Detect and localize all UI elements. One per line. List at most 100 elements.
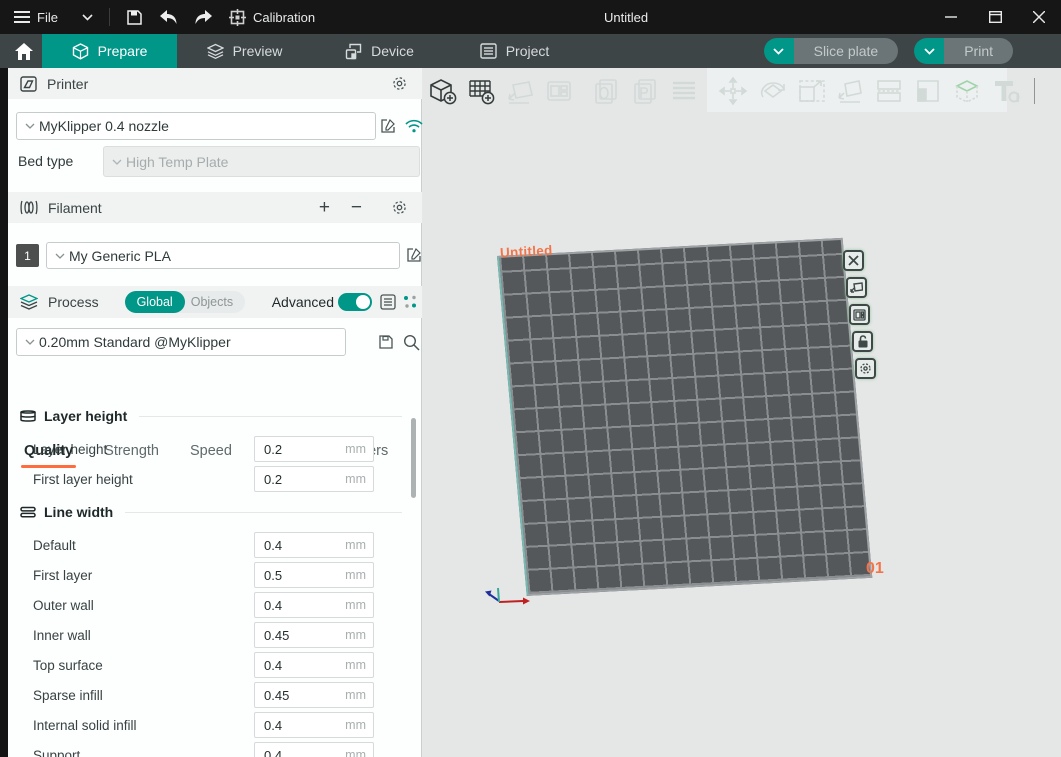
chevron-down-icon (924, 48, 935, 55)
scope-global[interactable]: Global (125, 291, 185, 313)
chevron-down-icon (55, 253, 65, 259)
chevron-down-icon (25, 339, 35, 345)
filament-preset-select[interactable]: My Generic PLA (46, 242, 400, 269)
assembly-view-button[interactable] (950, 74, 984, 108)
scale-icon (796, 77, 826, 105)
project-icon (480, 43, 497, 59)
outer-wall-line-width-input[interactable]: 0.4 mm (254, 592, 374, 618)
redo-button[interactable] (186, 4, 221, 30)
search-params-button[interactable] (402, 294, 418, 310)
search-preset-button[interactable] (403, 334, 420, 351)
print-dropdown[interactable] (914, 38, 944, 64)
import-plate-button[interactable] (628, 74, 662, 108)
close-button[interactable] (1017, 0, 1061, 34)
add-filament-button[interactable]: + (319, 197, 330, 219)
save-button[interactable] (118, 4, 151, 30)
add-plate-icon (466, 77, 496, 105)
first-layer-line-width-input[interactable]: 0.5 mm (254, 562, 374, 588)
place-on-face-button[interactable] (833, 74, 867, 108)
chevron-down-icon (773, 48, 784, 55)
default-line-width-input[interactable]: 0.4 mm (254, 532, 374, 558)
titlebar-divider (109, 8, 110, 26)
param-value: 0.2 (264, 442, 282, 457)
arrange-plate-button[interactable] (846, 277, 867, 298)
edit-filament-button[interactable] (406, 247, 422, 263)
param-unit: mm (345, 568, 366, 582)
filament-settings-button[interactable] (391, 199, 408, 216)
delete-plate-button[interactable] (843, 250, 864, 271)
process-scope-toggle[interactable]: Global Objects (125, 291, 246, 313)
bed-type-select[interactable]: High Temp Plate (103, 146, 420, 177)
file-menu-dropdown[interactable] (66, 4, 101, 30)
process-section-title: Process (48, 294, 99, 310)
top-surface-line-width-input[interactable]: 0.4 mm (254, 652, 374, 678)
plate-title: Untitled (500, 243, 553, 261)
minimize-button[interactable] (929, 0, 973, 34)
bed-type-value: High Temp Plate (126, 154, 228, 170)
tab-prepare[interactable]: Prepare (42, 34, 177, 68)
calibration-button[interactable]: Calibration (221, 4, 323, 30)
rotate-tool-button[interactable] (755, 74, 789, 108)
process-icon (20, 294, 38, 310)
param-label: First layer (33, 568, 92, 583)
edit-printer-button[interactable] (380, 118, 396, 134)
param-scrollbar[interactable] (411, 418, 416, 498)
dots-cluster-icon (402, 294, 418, 310)
cut-tool-button[interactable] (872, 74, 906, 108)
layers-icon (670, 78, 698, 104)
home-button[interactable] (6, 34, 42, 68)
param-value: 0.4 (264, 748, 282, 757)
printer-icon (20, 76, 37, 92)
gear-icon (391, 75, 408, 92)
scope-objects[interactable]: Objects (185, 295, 245, 309)
save-preset-button[interactable] (378, 334, 394, 350)
viewport-3d[interactable]: Untitled 01 (423, 68, 1061, 757)
printer-settings-button[interactable] (391, 75, 408, 92)
process-preset-select[interactable]: 0.20mm Standard @MyKlipper (16, 328, 346, 356)
cut-icon (874, 77, 904, 105)
param-value: 0.45 (264, 628, 289, 643)
param-label: Top surface (33, 658, 103, 673)
undo-button[interactable] (151, 4, 186, 30)
fill-tool-button[interactable] (911, 74, 945, 108)
internal-solid-infill-line-width-input[interactable]: 0.4 mm (254, 712, 374, 738)
inner-wall-line-width-input[interactable]: 0.45 mm (254, 622, 374, 648)
file-menu[interactable]: File (6, 4, 66, 30)
sparse-infill-line-width-input[interactable]: 0.45 mm (254, 682, 374, 708)
import-objects-button[interactable] (589, 74, 623, 108)
param-row: First layer 0.5 mm (33, 562, 374, 588)
doc-p-icon (630, 77, 660, 105)
first-layer-height-input[interactable]: 0.2 mm (254, 466, 374, 492)
maximize-button[interactable] (973, 0, 1017, 34)
layer-height-input[interactable]: 0.2 mm (254, 436, 374, 462)
list-icon (380, 294, 396, 310)
print-button[interactable]: Print (944, 38, 1013, 64)
add-object-button[interactable] (425, 74, 459, 108)
plate-settings-button[interactable] (849, 304, 870, 325)
arrange-button[interactable] (542, 74, 576, 108)
printer-preset-select[interactable]: MyKlipper 0.4 nozzle (16, 112, 376, 140)
tab-device[interactable]: Device (312, 34, 447, 68)
tab-preview[interactable]: Preview (177, 34, 312, 68)
build-plate[interactable] (497, 238, 872, 596)
text-tool-button[interactable] (989, 74, 1023, 108)
add-plate-button[interactable] (464, 74, 498, 108)
slice-plate-dropdown[interactable] (764, 38, 794, 64)
tab-project[interactable]: Project (447, 34, 582, 68)
advanced-toggle[interactable] (338, 293, 372, 311)
auto-orient-button[interactable] (503, 74, 537, 108)
hamburger-icon (14, 11, 30, 23)
remove-filament-button[interactable]: − (351, 197, 362, 219)
layers-list-button[interactable] (667, 74, 701, 108)
move-tool-button[interactable] (716, 74, 750, 108)
scale-tool-button[interactable] (794, 74, 828, 108)
rotate-icon (757, 77, 787, 105)
lock-plate-button[interactable] (852, 331, 873, 352)
expert-list-button[interactable] (380, 294, 396, 310)
section-title: Line width (44, 504, 113, 520)
slice-plate-split-button: Slice plate (764, 38, 899, 64)
support-line-width-input[interactable]: 0.4 mm (254, 742, 374, 757)
plate-gear-button[interactable] (855, 358, 876, 379)
slice-plate-button[interactable]: Slice plate (794, 38, 899, 64)
printer-connection-button[interactable] (405, 119, 423, 133)
